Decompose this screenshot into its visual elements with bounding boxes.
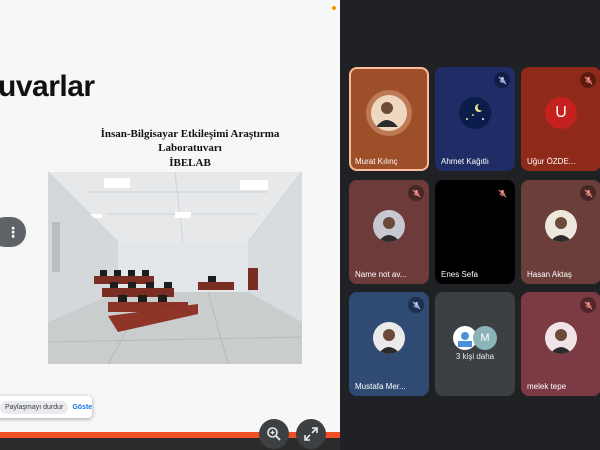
mic-off-icon (408, 297, 424, 313)
participant-tile[interactable]: Mustafa Mer... (349, 292, 429, 396)
stop-sharing-button[interactable]: Paylaşmayı durdur (0, 400, 69, 414)
zoom-in-icon (267, 427, 281, 441)
participant-name: Enes Sefa (441, 270, 478, 279)
more-vert-icon: ⋮ (6, 223, 20, 240)
participant-name: Ahmet Kağıtlı (441, 157, 490, 166)
mic-off-icon (494, 185, 510, 201)
participant-tile[interactable]: melek tepe (521, 292, 600, 396)
participant-tile[interactable]: Ahmet Kağıtlı (435, 67, 515, 171)
participant-name: Uğur ÖZDE... (527, 157, 576, 166)
avatar (545, 210, 577, 242)
expand-icon (304, 427, 318, 441)
avatar (545, 322, 577, 354)
presentation-slide: uvarlar İnsan-Bilgisayar Etkileşimi Araş… (0, 0, 340, 432)
mic-off-icon (580, 185, 596, 201)
avatar (373, 210, 405, 242)
participant-name: Hasan Aktaş (527, 270, 572, 279)
mic-off-icon (408, 185, 424, 201)
avatar: M (473, 326, 497, 350)
participant-tile[interactable]: Name not av... (349, 180, 429, 284)
avatar: U (545, 97, 577, 129)
slide-subtitle-line1: İnsan-Bilgisayar Etkileşimi Araştırma (100, 128, 280, 140)
lab-room-illustration (48, 172, 302, 364)
slide-title: uvarlar (0, 70, 95, 103)
zoom-button[interactable] (259, 419, 289, 449)
participant-name: Murat Kılınç (355, 157, 398, 166)
bottom-strip (0, 438, 340, 450)
participant-tile[interactable]: Murat Kılınç (349, 67, 429, 171)
avatar (373, 322, 405, 354)
participant-name: melek tepe (527, 382, 567, 391)
more-participants-avatars: M (453, 326, 499, 350)
mic-off-icon (494, 72, 510, 88)
participant-name: Name not av... (355, 270, 407, 279)
lab-photo (48, 172, 302, 364)
shared-screen: uvarlar İnsan-Bilgisayar Etkileşimi Araş… (0, 0, 340, 450)
more-participants-label: 3 kişi daha (455, 352, 495, 361)
meeting-window: uvarlar İnsan-Bilgisayar Etkileşimi Araş… (0, 0, 600, 450)
participant-tile[interactable]: M 3 kişi daha (435, 292, 515, 396)
participant-tile[interactable]: Enes Sefa (435, 180, 515, 284)
show-button[interactable]: Göste (72, 404, 92, 411)
slide-subtitle-line3: İBELAB (169, 157, 211, 169)
participant-tile[interactable]: U Uğur ÖZDE... (521, 67, 600, 171)
slide-subtitle-line2: Laboratuvarı (158, 142, 222, 154)
fullscreen-button[interactable] (296, 419, 326, 449)
recording-dot (332, 6, 336, 10)
mic-off-icon (580, 72, 596, 88)
avatar (459, 97, 491, 129)
participant-tile[interactable]: Hasan Aktaş (521, 180, 600, 284)
share-popup: Paylaşmayı durdur Göste (0, 396, 92, 418)
mic-off-icon (580, 297, 596, 313)
avatar (371, 95, 407, 131)
participant-name: Mustafa Mer... (355, 382, 406, 391)
